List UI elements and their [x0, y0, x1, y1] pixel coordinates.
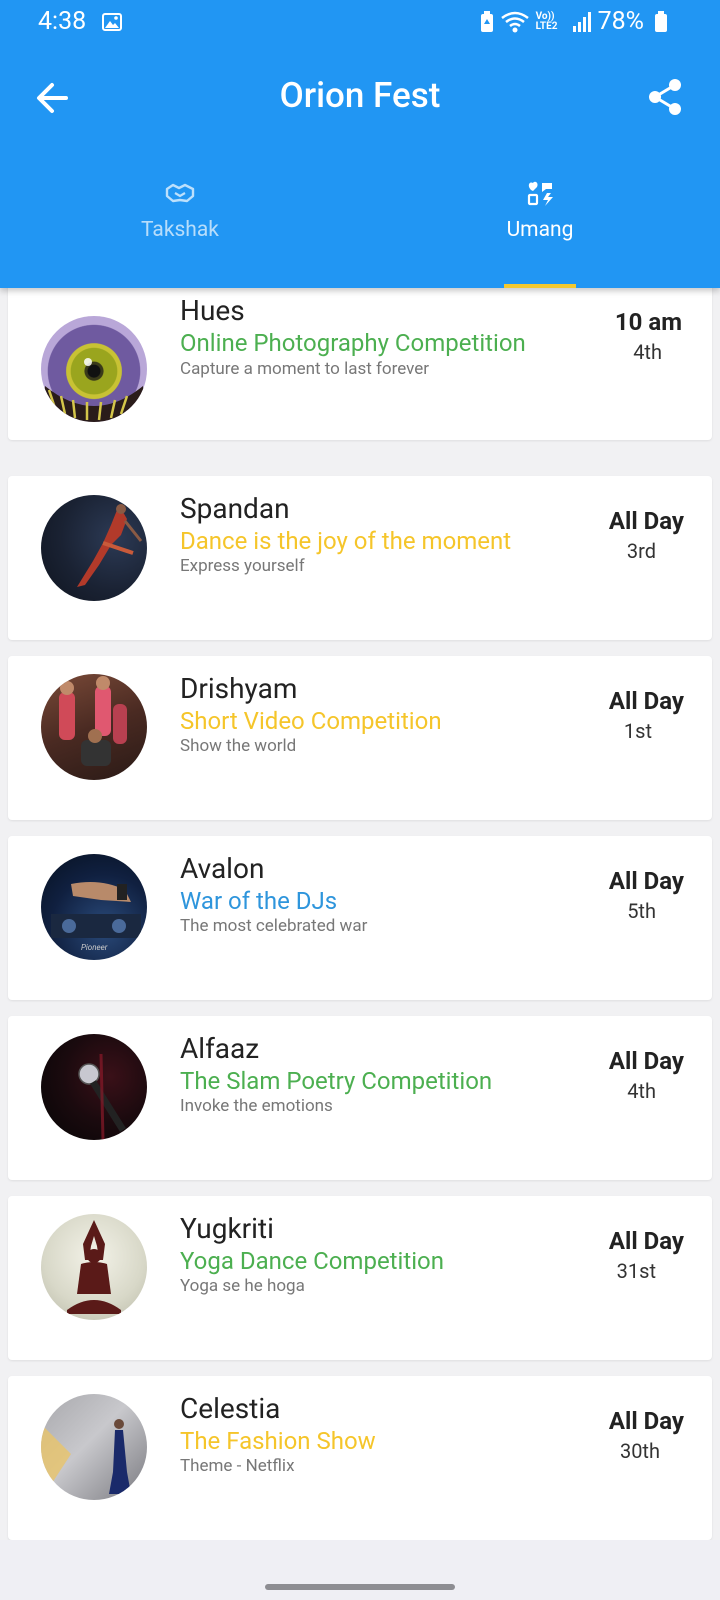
- network-type: Vo)) LTE2: [535, 10, 558, 32]
- event-date: 4th: [627, 1079, 656, 1103]
- event-name: Yugkriti: [180, 1212, 274, 1245]
- wifi-icon: [500, 11, 529, 32]
- event-subtitle: Yoga Dance Competition: [180, 1247, 444, 1275]
- event-description: Capture a moment to last forever: [180, 359, 430, 379]
- event-time: All Day: [608, 1047, 684, 1075]
- event-time: All Day: [608, 1407, 684, 1435]
- event-card-drishyam[interactable]: Drishyam Short Video Competition Show th…: [8, 656, 712, 820]
- event-date: 31st: [616, 1259, 656, 1283]
- event-card-spandan[interactable]: Spandan Dance is the joy of the moment E…: [8, 476, 712, 640]
- event-avatar: [41, 674, 147, 780]
- event-name: Drishyam: [180, 672, 298, 705]
- event-name: Celestia: [180, 1392, 281, 1425]
- status-time: 4:38: [38, 7, 87, 36]
- event-avatar: [41, 1034, 147, 1140]
- status-icons: Vo)) LTE2 78%: [480, 7, 668, 36]
- event-description: Invoke the emotions: [180, 1096, 333, 1116]
- home-gesture-handle[interactable]: [265, 1584, 455, 1590]
- event-description: Yoga se he hoga: [180, 1276, 305, 1296]
- event-time: 10 am: [614, 308, 682, 336]
- battery-percentage: 78%: [597, 7, 644, 36]
- event-name: Alfaaz: [180, 1032, 260, 1065]
- event-subtitle: War of the DJs: [180, 887, 338, 915]
- event-avatar: [41, 1214, 147, 1320]
- event-card-hues[interactable]: Hues Online Photography Competition Capt…: [8, 276, 712, 440]
- event-time: All Day: [608, 507, 684, 535]
- event-name: Spandan: [180, 492, 290, 525]
- event-avatar: [41, 316, 147, 422]
- tab-umang[interactable]: Umang: [360, 176, 720, 288]
- tab-takshak[interactable]: Takshak: [0, 176, 360, 288]
- tab-takshak-label: Takshak: [141, 218, 219, 242]
- event-subtitle: Dance is the joy of the moment: [180, 527, 512, 555]
- event-date: 5th: [627, 899, 656, 923]
- event-avatar: [41, 495, 147, 601]
- event-date: 1st: [623, 719, 652, 743]
- event-subtitle: The Fashion Show: [180, 1427, 376, 1455]
- event-card-alfaaz[interactable]: Alfaaz The Slam Poetry Competition Invok…: [8, 1016, 712, 1180]
- svg-text:Pioneer: Pioneer: [81, 943, 108, 952]
- event-time: All Day: [608, 687, 684, 715]
- event-card-avalon[interactable]: Pioneer Avalon War of the DJs The most c…: [8, 836, 712, 1000]
- event-avatar: Pioneer: [41, 854, 147, 960]
- event-avatar: [41, 1394, 147, 1500]
- tab-umang-label: Umang: [506, 218, 574, 242]
- event-subtitle: Online Photography Competition: [180, 329, 526, 357]
- handshake-icon: [165, 183, 195, 203]
- event-subtitle: Short Video Competition: [180, 707, 442, 735]
- event-time: All Day: [608, 1227, 684, 1255]
- event-date: 3rd: [626, 539, 656, 563]
- event-card-celestia[interactable]: Celestia The Fashion Show Theme - Netfli…: [8, 1376, 712, 1540]
- event-description: Express yourself: [180, 556, 305, 576]
- share-icon[interactable]: [648, 78, 682, 116]
- event-subtitle: The Slam Poetry Competition: [180, 1067, 493, 1095]
- event-description: The most celebrated war: [180, 916, 368, 936]
- event-card-yugkriti[interactable]: Yugkriti Yoga Dance Competition Yoga se …: [8, 1196, 712, 1360]
- battery-saver-icon: [480, 10, 493, 32]
- system-navigation-bar: [0, 1540, 720, 1600]
- battery-icon: [655, 10, 667, 32]
- event-date: 4th: [633, 340, 662, 364]
- event-date: 30th: [619, 1439, 660, 1463]
- gallery-notification-icon: [102, 13, 122, 31]
- event-name: Hues: [180, 294, 245, 327]
- signal-icon: [572, 11, 591, 32]
- event-time: All Day: [608, 867, 684, 895]
- page-title: Orion Fest: [279, 75, 441, 116]
- selected-tab-indicator: [504, 284, 576, 288]
- hearts-bolt-icon: [527, 181, 553, 206]
- event-description: Theme - Netflix: [180, 1456, 295, 1476]
- event-description: Show the world: [180, 736, 297, 756]
- app-bar: 4:38 Vo)) LTE2 78% Orion Fest Takshak Um…: [0, 0, 720, 288]
- event-name: Avalon: [180, 852, 265, 885]
- status-bar: 4:38 Vo)) LTE2 78%: [0, 0, 720, 48]
